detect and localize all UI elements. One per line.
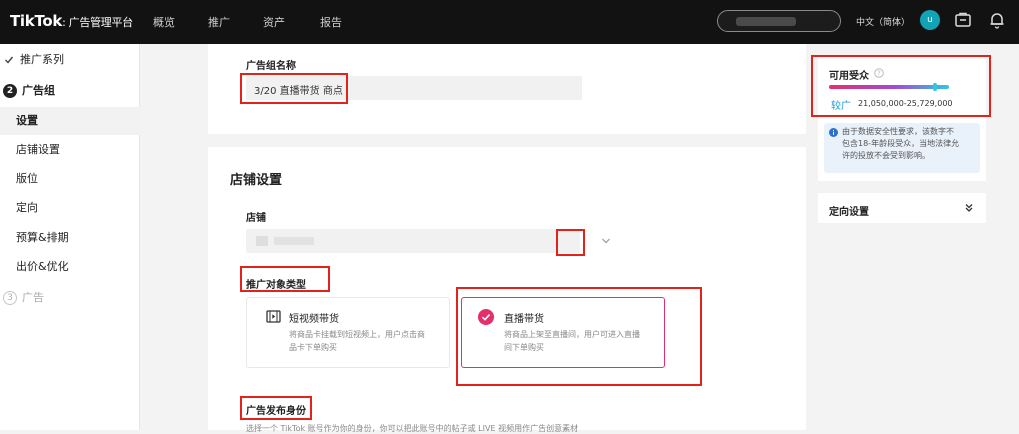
sidebar-item-targeting[interactable]: 定向 <box>0 194 140 222</box>
sidebar-item-shop-settings[interactable]: 店铺设置 <box>0 136 140 164</box>
sidebar-item-label: 设置 <box>16 114 38 127</box>
targeting-settings-panel[interactable]: 定向设置 <box>818 193 986 223</box>
brand-name: TikTok <box>10 12 63 30</box>
sidebar-item-settings[interactable]: 设置 <box>0 107 140 135</box>
bell-icon[interactable] <box>987 10 1007 30</box>
shop-name-blurred <box>274 237 314 245</box>
chevron-down-icon <box>602 238 610 244</box>
language-switch[interactable]: 中文（简体） <box>856 15 910 28</box>
annotation-box <box>456 287 702 386</box>
nav-assets[interactable]: 资产 <box>263 14 285 30</box>
sidebar-item-label: 店铺设置 <box>16 143 60 156</box>
shop-select[interactable] <box>246 229 610 253</box>
account-name-blurred <box>736 17 796 26</box>
info-text: 包含18-年龄段受众，当地法律允 <box>842 139 960 148</box>
sidebar-item-placement[interactable]: 版位 <box>0 165 140 193</box>
annotation-box <box>240 73 348 104</box>
nav-reports[interactable]: 报告 <box>320 14 342 30</box>
option-description: 将商品卡挂载到短视频上，用户点击商 <box>289 330 425 339</box>
shop-thumbnail-blurred <box>256 236 268 246</box>
annotation-box <box>811 55 991 117</box>
sidebar: 推广系列 2 广告组 设置 店铺设置 版位 定向 预算&排期 出价&优化 3 广… <box>0 44 140 430</box>
step-number-badge: 2 <box>3 84 17 98</box>
option-title: 短视频带货 <box>289 314 339 325</box>
annotation-box <box>240 396 312 420</box>
annotation-box <box>556 229 585 256</box>
sidebar-item-label: 广告组 <box>22 84 55 97</box>
sidebar-item-label: 定向 <box>16 201 38 214</box>
annotation-box <box>240 266 330 292</box>
adgroup-name-label: 广告组名称 <box>246 61 296 72</box>
sidebar-item-label: 广告 <box>22 291 44 304</box>
video-icon <box>266 310 281 323</box>
sidebar-item-label: 推广系列 <box>20 53 64 66</box>
briefcase-icon[interactable] <box>953 10 973 30</box>
sidebar-item-budget-schedule[interactable]: 预算&排期 <box>0 224 140 252</box>
option-short-video[interactable]: 短视频带货 将商品卡挂载到短视频上，用户点击商 品卡下单购买 <box>246 297 450 368</box>
brand-subtitle: : 广告管理平台 <box>62 16 133 29</box>
nav-overview[interactable]: 概览 <box>153 14 175 30</box>
info-icon <box>829 128 838 137</box>
shop-settings-title: 店铺设置 <box>230 173 283 188</box>
sidebar-item-label: 版位 <box>16 172 38 185</box>
double-chevron-down-icon <box>965 204 973 212</box>
step-number-badge: 3 <box>3 291 17 305</box>
sidebar-item-ad[interactable]: 3 广告 <box>0 284 140 312</box>
targeting-title: 定向设置 <box>829 207 869 218</box>
sidebar-item-campaign[interactable]: 推广系列 <box>0 46 140 74</box>
nav-promote[interactable]: 推广 <box>208 14 230 30</box>
identity-description: 选择一个 TikTok 账号作为你的身份，你可以把此账号中的帖子或 LIVE 视… <box>246 424 579 433</box>
sidebar-item-adgroup[interactable]: 2 广告组 <box>0 77 140 105</box>
option-description: 品卡下单购买 <box>289 343 337 352</box>
info-text: 由于数据安全性要求，该数字不 <box>842 127 954 136</box>
account-selector[interactable] <box>717 10 841 32</box>
shop-label: 店铺 <box>246 213 266 224</box>
sidebar-item-bidding[interactable]: 出价&优化 <box>0 253 140 281</box>
avatar[interactable]: u <box>920 10 940 30</box>
top-nav-bar: TikTok: 广告管理平台 概览 推广 资产 报告 中文（简体） u <box>0 0 1019 44</box>
info-notice: 由于数据安全性要求，该数字不 包含18-年龄段受众，当地法律允 许的投放不会受到… <box>824 123 980 173</box>
sidebar-item-label: 出价&优化 <box>16 260 69 273</box>
check-icon <box>5 56 14 64</box>
sidebar-item-label: 预算&排期 <box>16 231 69 244</box>
tiktok-logo[interactable]: TikTok: 广告管理平台 <box>10 12 133 30</box>
info-text: 许的投放不会受到影响。 <box>842 151 930 160</box>
